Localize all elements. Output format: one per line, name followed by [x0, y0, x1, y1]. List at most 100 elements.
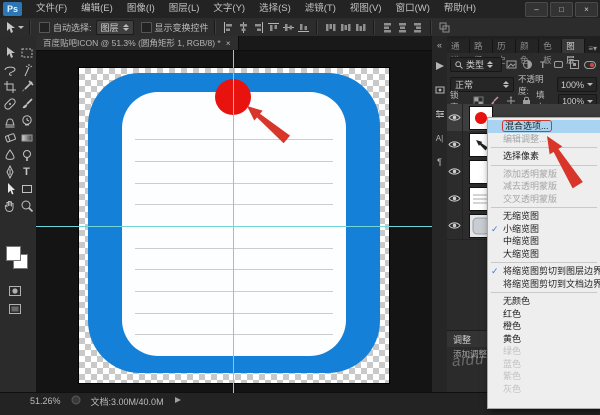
filter-shape-layers-icon[interactable]	[553, 58, 564, 71]
gradient-tool-icon[interactable]	[20, 131, 34, 145]
move-tool-icon[interactable]	[3, 46, 17, 60]
marquee-tool-icon[interactable]	[20, 46, 34, 60]
menu-item-clip-thumbnails-to-document-bounds[interactable]: 将缩览图剪切到文档边界	[488, 278, 600, 291]
menu-item-small-thumbnails[interactable]: ✓小缩览图	[488, 223, 600, 236]
filter-type-layers-icon[interactable]: T	[538, 58, 548, 71]
paragraph-panel-icon[interactable]: ¶	[432, 154, 447, 170]
menu-select[interactable]: 选择(S)	[252, 0, 298, 18]
tab-paths[interactable]: 路径	[470, 39, 493, 53]
menu-item-yellow[interactable]: 黄色	[488, 333, 600, 346]
history-brush-tool-icon[interactable]	[20, 114, 34, 128]
minimize-button[interactable]: –	[525, 2, 548, 17]
visibility-eye-icon[interactable]	[447, 185, 463, 212]
magic-wand-tool-icon[interactable]	[20, 63, 34, 77]
quick-mask-icon[interactable]	[8, 284, 22, 298]
menu-file[interactable]: 文件(F)	[29, 0, 74, 18]
menu-item-no-thumbnails[interactable]: 无缩览图	[488, 210, 600, 223]
info-panel-icon[interactable]	[432, 82, 447, 98]
distribute-vertical-centers-icon[interactable]	[339, 21, 352, 34]
tab-layers[interactable]: 图层	[562, 39, 585, 53]
visibility-eye-icon[interactable]	[447, 131, 463, 158]
lasso-tool-icon[interactable]	[3, 63, 17, 77]
align-top-edges-icon[interactable]	[267, 21, 280, 34]
visibility-eye-icon[interactable]	[447, 104, 463, 131]
distribute-horizontal-centers-icon[interactable]	[396, 21, 409, 34]
pen-tool-icon[interactable]	[3, 165, 17, 179]
show-transform-checkbox[interactable]	[141, 22, 152, 33]
properties-panel-icon[interactable]	[432, 58, 447, 74]
menu-item-medium-thumbnails[interactable]: 中缩览图	[488, 235, 600, 248]
rectangle-tool-icon[interactable]	[20, 182, 34, 196]
filter-pixel-layers-icon[interactable]	[506, 58, 517, 71]
dodge-tool-icon[interactable]	[20, 148, 34, 162]
clone-stamp-tool-icon[interactable]	[3, 114, 17, 128]
menu-layer[interactable]: 图层(L)	[162, 0, 207, 18]
menu-help[interactable]: 帮助(H)	[437, 0, 483, 18]
menu-item-large-thumbnails[interactable]: 大缩览图	[488, 248, 600, 261]
menu-item-orange[interactable]: 橙色	[488, 320, 600, 333]
crop-tool-icon[interactable]	[3, 80, 17, 94]
healing-brush-tool-icon[interactable]	[3, 97, 17, 111]
menu-edit[interactable]: 编辑(E)	[74, 0, 120, 18]
eyedropper-tool-icon[interactable]	[20, 80, 34, 94]
tab-history[interactable]: 历史	[493, 39, 516, 53]
align-vertical-centers-icon[interactable]	[282, 21, 295, 34]
menu-type[interactable]: 文字(Y)	[206, 0, 252, 18]
hand-tool-icon[interactable]	[3, 199, 17, 213]
tab-color[interactable]: 颜色	[516, 39, 539, 53]
distribute-top-edges-icon[interactable]	[324, 21, 337, 34]
menu-item-green[interactable]: 绿色	[488, 345, 600, 358]
menu-item-gray[interactable]: 灰色	[488, 383, 600, 396]
type-tool-icon[interactable]: T	[23, 166, 30, 178]
layer-filter-kind-dropdown[interactable]: 类型	[450, 57, 502, 72]
pasteboard[interactable]	[36, 50, 432, 393]
expand-panels-icon[interactable]: «	[432, 37, 447, 53]
menu-item-violet[interactable]: 紫色	[488, 370, 600, 383]
auto-select-dropdown[interactable]: 图层	[96, 20, 134, 35]
distribute-left-edges-icon[interactable]	[381, 21, 394, 34]
menu-item-blue[interactable]: 蓝色	[488, 358, 600, 371]
tab-channels[interactable]: 通道	[447, 39, 470, 53]
panel-menu-icon[interactable]: ≡▾	[585, 44, 600, 53]
filter-adjustment-layers-icon[interactable]	[522, 58, 533, 71]
menu-item-no-color[interactable]: 无颜色	[488, 295, 600, 308]
document-size-info[interactable]: 文档:3.00M/40.0M	[91, 395, 164, 408]
align-bottom-edges-icon[interactable]	[297, 21, 310, 34]
screen-mode-icon[interactable]	[8, 302, 22, 316]
auto-align-layers-icon[interactable]	[438, 21, 451, 34]
menu-item-red[interactable]: 红色	[488, 308, 600, 321]
align-horizontal-centers-icon[interactable]	[237, 21, 250, 34]
zoom-tool-icon[interactable]	[20, 199, 34, 213]
maximize-button[interactable]: □	[550, 2, 573, 17]
character-panel-icon[interactable]: A|	[432, 130, 447, 146]
vertical-guide[interactable]	[233, 50, 234, 393]
tab-swatches[interactable]: 色板	[539, 39, 562, 53]
close-button[interactable]: ×	[575, 2, 598, 17]
distribute-right-edges-icon[interactable]	[411, 21, 424, 34]
menu-filter[interactable]: 滤镜(T)	[298, 0, 343, 18]
align-right-edges-icon[interactable]	[252, 21, 265, 34]
zoom-level-value[interactable]: 51.26%	[30, 396, 61, 406]
color-swatches[interactable]	[6, 246, 30, 272]
visibility-eye-icon[interactable]	[447, 212, 463, 239]
auto-select-checkbox[interactable]	[39, 22, 50, 33]
menu-image[interactable]: 图像(I)	[120, 0, 162, 18]
document-tab-close-icon[interactable]: ×	[226, 38, 231, 48]
eraser-tool-icon[interactable]	[3, 131, 17, 145]
visibility-eye-icon[interactable]	[447, 158, 463, 185]
menu-window[interactable]: 窗口(W)	[389, 0, 437, 18]
horizontal-guide[interactable]	[36, 226, 432, 227]
blur-tool-icon[interactable]	[3, 148, 17, 162]
distribute-bottom-edges-icon[interactable]	[354, 21, 367, 34]
adjustments-panel-icon[interactable]	[432, 106, 447, 122]
filter-smart-object-icon[interactable]	[569, 58, 580, 71]
filter-toggle-icon[interactable]	[584, 58, 596, 71]
brush-tool-icon[interactable]	[20, 97, 34, 111]
tool-preset-arrow-icon[interactable]	[18, 26, 24, 29]
foreground-color-swatch[interactable]	[6, 246, 21, 261]
menu-item-clip-thumbnails-to-layer-bounds[interactable]: ✓将缩览图剪切到图层边界	[488, 265, 600, 278]
opacity-value[interactable]: 100%	[557, 77, 597, 92]
document-tab[interactable]: 百度贴吧ICON @ 51.3% (圆角矩形 1, RGB/8) * ×	[36, 36, 239, 50]
align-left-edges-icon[interactable]	[222, 21, 235, 34]
menu-view[interactable]: 视图(V)	[343, 0, 389, 18]
